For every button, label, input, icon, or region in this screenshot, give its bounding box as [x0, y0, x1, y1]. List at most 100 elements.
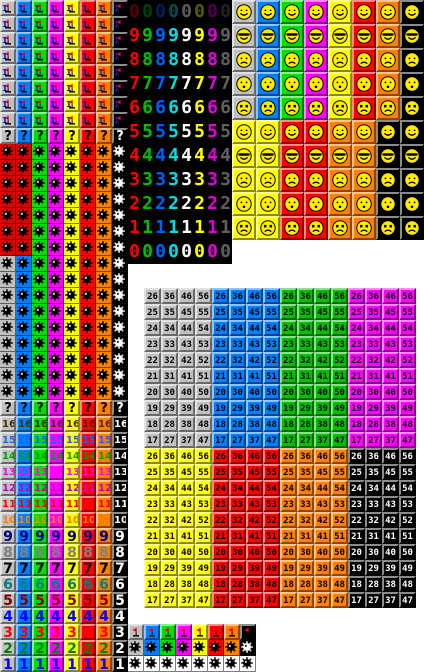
grid-number: 46 [249, 292, 260, 302]
tile-number: 14 [50, 451, 64, 462]
grid-number: 36 [164, 452, 175, 462]
grid-number: 47 [198, 436, 209, 446]
num-cell-0-3-4: 23 [212, 336, 229, 352]
smiley-surprised-icon [280, 72, 304, 96]
grid-number: 29 [368, 404, 379, 414]
smiley-happy-icon [352, 0, 376, 24]
segment-digit: 7 [181, 73, 192, 94]
num-cell-1-8-8: 18 [280, 576, 297, 592]
tile-digit: 1 [2, 68, 8, 77]
num-cell-1-9-8: 17 [280, 592, 297, 608]
num-cell-0-8-0: 18 [144, 416, 161, 432]
num-cell-1-1-8: 25 [280, 464, 297, 480]
num-cell-1-1-2: 45 [178, 464, 195, 480]
num-cell-1-2-12: 24 [348, 480, 365, 496]
grid-number: 31 [368, 532, 379, 542]
mine-icon [240, 640, 256, 656]
tile-number: 9 [35, 529, 45, 544]
mine-icon [32, 208, 48, 224]
number-tile-15-4: 15 [64, 432, 80, 448]
num-cell-1-5-1: 31 [161, 528, 178, 544]
num-cell-1-7-14: 39 [382, 560, 399, 576]
tile-2-1: 1 [16, 32, 32, 48]
tile-number: 14 [114, 451, 128, 462]
tile-5-2: 1 [32, 80, 48, 96]
grid-number: 39 [385, 564, 396, 574]
mine-icon [80, 176, 96, 192]
grid-number: 32 [164, 356, 175, 366]
grid-number: 39 [249, 564, 260, 574]
smiley-cool-icon [400, 144, 424, 168]
smiley-sad-icon [376, 48, 400, 72]
num-cell-1-7-12: 19 [348, 560, 365, 576]
number-tile-4-4: 4 [64, 608, 80, 624]
grid-number: 54 [334, 484, 345, 494]
tile-number: 3 [3, 625, 13, 640]
num-cell-1-3-3: 53 [195, 496, 212, 512]
tile-number: 1 [115, 657, 125, 672]
number-tile-9-6: 9 [96, 528, 112, 544]
smiley-surprised-icon [328, 72, 352, 96]
tile-3-5: 1 [80, 48, 96, 64]
tile-number: 2 [3, 641, 13, 656]
smiley-dead-icon [328, 96, 352, 120]
num-cell-1-9-12: 17 [348, 592, 365, 608]
tile-number: 8 [35, 545, 45, 560]
tile-8-0: ? [0, 128, 16, 144]
num-cell-1-5-14: 41 [382, 528, 399, 544]
seg-digit-0-4: 0 [180, 0, 193, 24]
num-cell-0-0-5: 36 [229, 288, 246, 304]
grid-number: 50 [334, 388, 345, 398]
question-mark: ? [52, 129, 60, 144]
mine-icon [112, 160, 128, 176]
tile-number: 12 [2, 483, 16, 494]
num-cell-1-3-11: 53 [331, 496, 348, 512]
number-tile-16-1: 16 [16, 416, 32, 432]
tile-number: 15 [50, 435, 64, 446]
tile-digit: 1 [18, 4, 24, 13]
tile-8-6: ? [96, 128, 112, 144]
num-cell-1-9-11: 47 [331, 592, 348, 608]
seg-digit-3-1: 7 [141, 72, 154, 96]
seg-digit-1-4: 9 [180, 24, 193, 48]
mine-icon [48, 192, 64, 208]
seg-digit-5-4: 5 [180, 120, 193, 144]
num-cell-1-2-6: 44 [246, 480, 263, 496]
mine-icon [48, 256, 64, 272]
grid-number: 50 [198, 548, 209, 558]
number-tile-3-2: 3 [32, 624, 48, 640]
num-cell-0-7-8: 19 [280, 400, 297, 416]
grid-number: 51 [198, 532, 209, 542]
tile-number: 5 [3, 593, 13, 608]
segment-digit: 4 [142, 145, 153, 166]
num-cell-1-3-9: 33 [297, 496, 314, 512]
number-tile-6-5: 6 [80, 576, 96, 592]
seg-digit-8-7: 2 [219, 192, 232, 216]
tile-number: 6 [83, 577, 93, 592]
num-cell-1-6-5: 30 [229, 544, 246, 560]
grid-number: 35 [164, 468, 175, 478]
tile-8-4: ? [64, 128, 80, 144]
number-tile-7-4: 7 [64, 560, 80, 576]
mine-icon [16, 192, 32, 208]
num-cell-0-7-1: 29 [161, 400, 178, 416]
smiley-dead-icon [400, 216, 424, 240]
grid-number: 30 [300, 548, 311, 558]
tile-number: 12 [34, 483, 48, 494]
question-mark: ? [4, 129, 12, 144]
num-cell-0-4-10: 42 [314, 352, 331, 368]
mine-icon [144, 640, 160, 656]
mine-icon [128, 640, 144, 656]
segment-digit: 9 [220, 25, 231, 46]
num-cell-0-8-13: 28 [365, 416, 382, 432]
num-cell-0-6-6: 40 [246, 384, 263, 400]
tile-number: 4 [67, 609, 77, 624]
smiley-sad-icon [328, 168, 352, 192]
segment-digit: 0 [155, 241, 166, 262]
tile-5-1: 1 [16, 80, 32, 96]
grid-number: 25 [215, 308, 226, 318]
grid-number: 32 [368, 516, 379, 526]
grid-number: 43 [249, 500, 260, 510]
seg-digit-9-2: 1 [154, 216, 167, 240]
tile-8-5: ? [80, 128, 96, 144]
